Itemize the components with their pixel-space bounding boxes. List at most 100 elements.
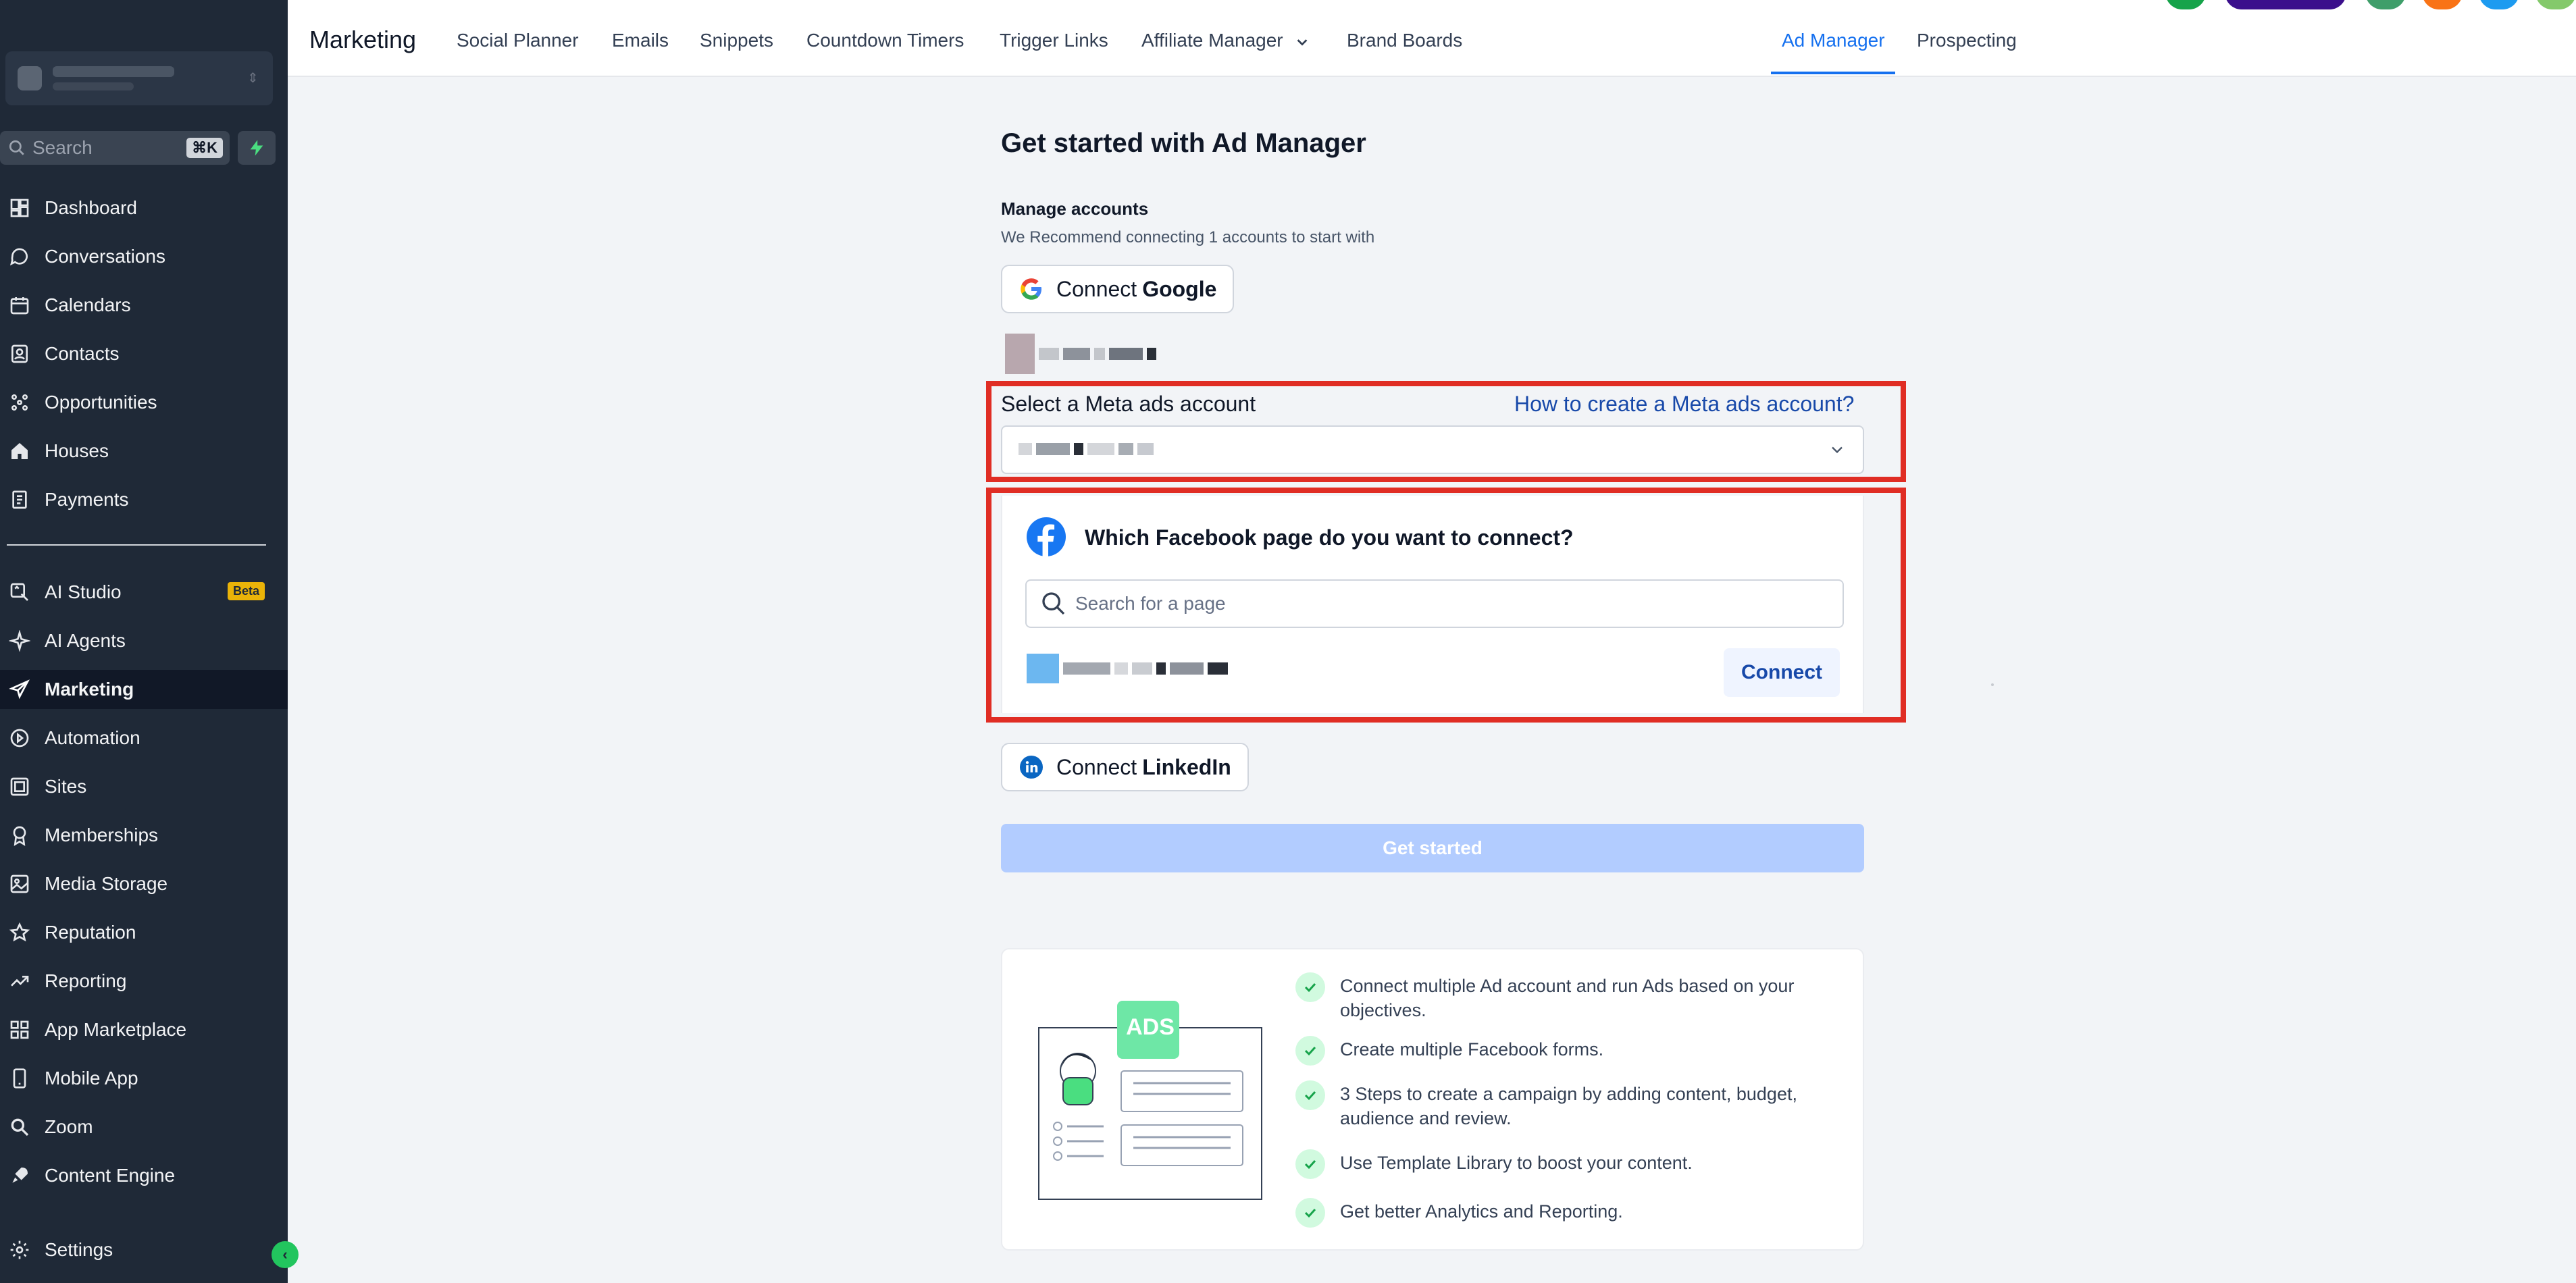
gear-icon	[8, 1238, 31, 1261]
sidebar-item-label: Content Engine	[45, 1165, 176, 1186]
send-icon	[8, 678, 31, 701]
tab-snippets[interactable]: Snippets	[700, 30, 773, 51]
sidebar-item-calendars[interactable]: Calendars	[0, 286, 288, 325]
sidebar-item-label: Sites	[45, 776, 87, 797]
account-switcher[interactable]: ⇕	[5, 51, 273, 105]
chevron-updown-icon: ⇕	[247, 71, 259, 86]
sidebar-item-label: Payments	[45, 489, 129, 510]
sidebar-item-label: Conversations	[45, 246, 165, 267]
tab-brand-boards[interactable]: Brand Boards	[1347, 30, 1462, 51]
connected-google-account-redacted	[1005, 334, 1156, 374]
phone-icon	[8, 1067, 31, 1090]
sidebar-item-ai-studio[interactable]: AI Studio Beta	[0, 573, 288, 612]
tab-affiliate-manager[interactable]: Affiliate Manager	[1141, 30, 1310, 51]
beta-badge: Beta	[227, 582, 265, 600]
tab-countdown-timers[interactable]: Countdown Timers	[806, 30, 964, 51]
sidebar-item-opportunities[interactable]: Opportunities	[0, 383, 288, 422]
meta-account-select[interactable]	[1001, 425, 1864, 474]
chevron-down-icon	[1297, 38, 1308, 46]
feature-item: Get better Analytics and Reporting.	[1295, 1198, 1836, 1228]
header-action-pill[interactable]	[2225, 0, 2346, 9]
sidebar-item-ai-agents[interactable]: AI Agents	[0, 621, 288, 660]
sidebar-item-houses[interactable]: Houses	[0, 431, 288, 471]
illustration-ads-badge: ADS	[1126, 1014, 1175, 1040]
quick-action-button[interactable]	[238, 131, 276, 165]
header-action-circle[interactable]	[2479, 0, 2519, 9]
sidebar-item-label: Reporting	[45, 970, 127, 991]
sidebar: ⇕ Search ⌘K Dashboard Conversations Cale…	[0, 0, 288, 1283]
sidebar-item-contacts[interactable]: Contacts	[0, 334, 288, 373]
header-action-circle[interactable]	[2165, 0, 2206, 9]
chevron-left-icon: ‹	[282, 1246, 288, 1263]
tab-trigger-links[interactable]: Trigger Links	[1000, 30, 1108, 51]
sidebar-item-automation[interactable]: Automation	[0, 718, 288, 758]
sidebar-item-label: Media Storage	[45, 873, 168, 894]
dashboard-icon	[8, 197, 31, 219]
sidebar-item-content-engine[interactable]: Content Engine	[0, 1156, 288, 1195]
zoom-icon	[8, 1116, 31, 1138]
top-nav: Marketing Social Planner Emails Snippets…	[288, 0, 2576, 77]
chevron-down-icon	[1832, 446, 1843, 454]
feature-text: 3 Steps to create a campaign by adding c…	[1340, 1084, 1797, 1128]
automation-icon	[8, 727, 31, 750]
account-name-redacted	[53, 66, 174, 77]
tab-prospecting[interactable]: Prospecting	[1917, 30, 2017, 51]
lightning-icon	[250, 140, 263, 156]
header-action-circle[interactable]	[2422, 0, 2463, 9]
manage-accounts-label: Manage accounts	[1001, 199, 1149, 219]
sparkle-icon	[8, 629, 31, 652]
user-avatar[interactable]	[2535, 0, 2576, 9]
check-icon	[1295, 1036, 1325, 1066]
grid-icon	[8, 1018, 31, 1041]
shortcut-badge: ⌘K	[186, 138, 223, 158]
house-icon	[8, 440, 31, 463]
opportunities-icon	[8, 391, 31, 414]
image-icon	[8, 872, 31, 895]
tab-emails[interactable]: Emails	[612, 30, 669, 51]
highlight-facebook-card	[986, 488, 1906, 723]
sidebar-item-app-marketplace[interactable]: App Marketplace	[0, 1010, 288, 1049]
meta-help-link[interactable]: How to create a Meta ads account?	[1514, 392, 1854, 417]
payments-icon	[8, 488, 31, 511]
sidebar-item-label: Contacts	[45, 343, 120, 364]
get-started-button[interactable]: Get started	[1001, 824, 1864, 872]
meta-account-value-redacted	[1019, 443, 1154, 455]
sidebar-item-payments[interactable]: Payments	[0, 480, 288, 519]
tab-social-planner[interactable]: Social Planner	[457, 30, 579, 51]
sidebar-item-reputation[interactable]: Reputation	[0, 913, 288, 952]
sidebar-item-dashboard[interactable]: Dashboard	[0, 188, 288, 228]
check-icon	[1295, 1080, 1325, 1110]
stray-dot	[1991, 683, 1994, 686]
tab-ad-manager[interactable]: Ad Manager	[1782, 30, 1885, 51]
sidebar-item-conversations[interactable]: Conversations	[0, 237, 288, 276]
check-icon	[1295, 1198, 1325, 1228]
sidebar-item-settings[interactable]: Settings	[0, 1230, 288, 1269]
sidebar-item-label: Marketing	[45, 679, 134, 700]
linkedin-brand: LinkedIn	[1142, 754, 1231, 779]
sidebar-item-label: Dashboard	[45, 197, 137, 218]
sidebar-item-label: Houses	[45, 440, 109, 461]
connect-linkedin-button[interactable]: Connect LinkedIn	[1001, 743, 1249, 791]
sidebar-item-marketing[interactable]: Marketing	[0, 670, 288, 709]
sidebar-item-media-storage[interactable]: Media Storage	[0, 864, 288, 904]
feature-item: Connect multiple Ad account and run Ads …	[1295, 972, 1836, 1022]
sidebar-item-sites[interactable]: Sites	[0, 767, 288, 806]
sidebar-item-label: Automation	[45, 727, 140, 748]
collapse-sidebar-button[interactable]: ‹	[272, 1241, 299, 1268]
connect-prefix: Connect	[1056, 276, 1137, 301]
sidebar-item-reporting[interactable]: Reporting	[0, 962, 288, 1001]
sidebar-item-zoom[interactable]: Zoom	[0, 1107, 288, 1147]
search-icon	[9, 140, 24, 155]
feature-item: 3 Steps to create a campaign by adding c…	[1295, 1080, 1836, 1130]
feature-item: Create multiple Facebook forms.	[1295, 1036, 1836, 1066]
sidebar-search[interactable]: Search ⌘K	[0, 131, 230, 165]
sidebar-item-memberships[interactable]: Memberships	[0, 816, 288, 855]
account-avatar	[18, 66, 42, 90]
header-action-circle[interactable]	[2365, 0, 2406, 9]
linkedin-icon	[1019, 754, 1044, 780]
badge-icon	[8, 824, 31, 847]
feature-text: Use Template Library to boost your conte…	[1340, 1153, 1693, 1173]
sidebar-item-label: Opportunities	[45, 392, 157, 413]
connect-google-button[interactable]: Connect Google	[1001, 265, 1235, 313]
sidebar-item-mobile-app[interactable]: Mobile App	[0, 1059, 288, 1098]
